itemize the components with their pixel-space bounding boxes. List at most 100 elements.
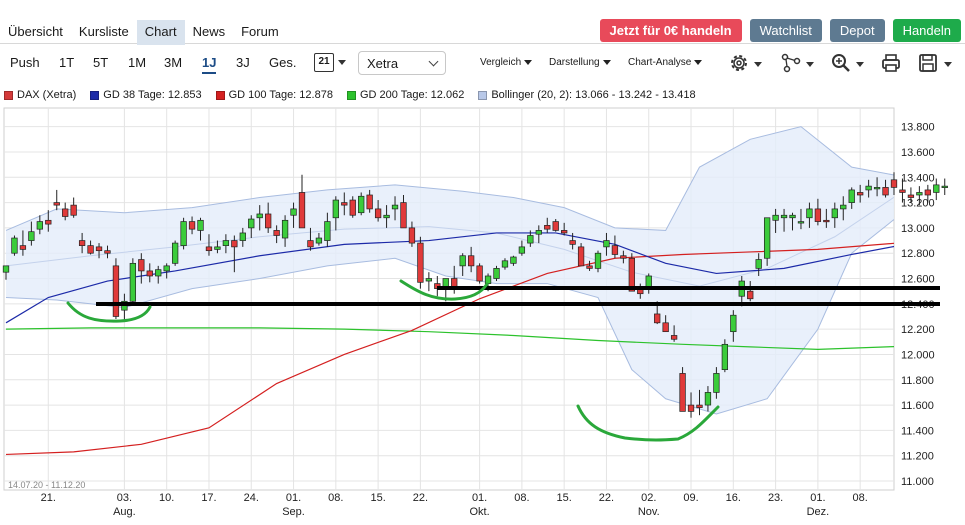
candle <box>53 202 60 206</box>
candle <box>552 221 559 231</box>
candle <box>358 195 365 214</box>
candle <box>349 199 356 216</box>
candle <box>104 250 111 254</box>
y-tick-label: 12.000 <box>901 349 935 361</box>
y-tick-label: 11.200 <box>901 451 934 463</box>
candle <box>916 192 923 196</box>
candle <box>180 221 187 246</box>
x-tick-label: 08. <box>328 492 343 504</box>
candle <box>171 242 179 264</box>
y-tick-label: 11.800 <box>901 375 934 387</box>
candle <box>747 290 754 300</box>
candle <box>45 219 52 225</box>
candle <box>324 221 331 241</box>
x-tick-label: 08. <box>514 492 529 504</box>
candle <box>28 231 35 241</box>
candle <box>163 265 170 272</box>
candle <box>857 192 864 196</box>
x-tick-label: 23. <box>768 492 783 504</box>
candle <box>882 187 889 196</box>
candle <box>518 246 526 254</box>
candle <box>620 255 627 259</box>
month-label: Sep. <box>282 506 305 518</box>
y-tick-label: 13.400 <box>901 172 935 184</box>
x-tick-label: 15. <box>370 492 385 504</box>
x-tick-label: 22. <box>413 492 428 504</box>
candle <box>11 237 18 254</box>
x-tick-label: 10. <box>159 492 174 504</box>
y-tick-label: 13.600 <box>901 147 935 159</box>
candle <box>899 189 906 193</box>
y-tick-label: 12.200 <box>901 324 935 336</box>
candle <box>417 242 424 283</box>
price-chart[interactable]: 21. 03. 10. 17. 24. 01. 08. 15. 22. 01. 08. 15. 22. 0… <box>0 0 965 525</box>
candle <box>400 202 407 229</box>
candle <box>146 270 153 277</box>
candle <box>713 373 720 393</box>
candle <box>670 335 678 340</box>
candle <box>231 240 238 248</box>
candle <box>239 232 246 241</box>
y-tick-label: 13.200 <box>901 198 935 210</box>
x-tick-label: 16. <box>726 492 741 504</box>
candle <box>374 208 382 219</box>
candle <box>730 314 737 333</box>
y-tick-label: 11.000 <box>901 476 934 488</box>
candle <box>493 268 500 279</box>
candle <box>721 343 729 370</box>
y-tick-label: 11.400 <box>901 425 934 437</box>
candle <box>907 194 915 198</box>
candle <box>70 204 77 216</box>
y-tick-label: 11.600 <box>901 400 934 412</box>
x-tick-label: 24. <box>244 492 259 504</box>
candle <box>577 246 585 267</box>
candle <box>586 265 593 269</box>
candle <box>594 252 602 269</box>
x-tick-label: 22. <box>599 492 614 504</box>
candle <box>307 240 314 248</box>
candle <box>332 199 339 219</box>
x-tick-label: 17. <box>201 492 216 504</box>
candle <box>569 240 576 245</box>
candle <box>366 194 373 210</box>
candle <box>476 265 483 282</box>
candle <box>687 404 695 412</box>
candle <box>527 235 534 244</box>
candle <box>806 208 813 219</box>
candle <box>510 256 517 264</box>
candle <box>755 259 762 269</box>
candle <box>704 392 712 406</box>
candle <box>484 275 492 284</box>
candle <box>290 208 297 216</box>
y-tick-label: 13.000 <box>901 223 935 235</box>
candle <box>924 189 931 196</box>
candle <box>298 192 306 229</box>
candle <box>129 262 137 302</box>
candle <box>273 230 280 236</box>
candle <box>256 213 263 219</box>
month-label: Okt. <box>470 506 490 518</box>
candle <box>840 204 847 210</box>
x-tick-label: 03. <box>117 492 132 504</box>
candle <box>501 260 509 268</box>
candle <box>603 240 610 248</box>
candle <box>611 245 619 255</box>
x-tick-label: 02. <box>641 492 656 504</box>
candle <box>654 313 661 324</box>
candle <box>265 213 272 229</box>
candle <box>425 278 433 282</box>
candle <box>933 184 940 193</box>
candle <box>188 221 196 230</box>
date-range-label: 14.07.20 - 11.12.20 <box>8 480 85 490</box>
candle <box>341 202 348 206</box>
candle <box>941 185 948 188</box>
candle <box>561 230 568 234</box>
candle <box>831 208 838 219</box>
candle <box>873 187 881 190</box>
candle <box>467 255 475 267</box>
month-label: Aug. <box>113 506 136 518</box>
candle <box>197 219 204 231</box>
candle <box>459 255 466 267</box>
candle <box>890 179 898 188</box>
candle <box>315 237 323 244</box>
